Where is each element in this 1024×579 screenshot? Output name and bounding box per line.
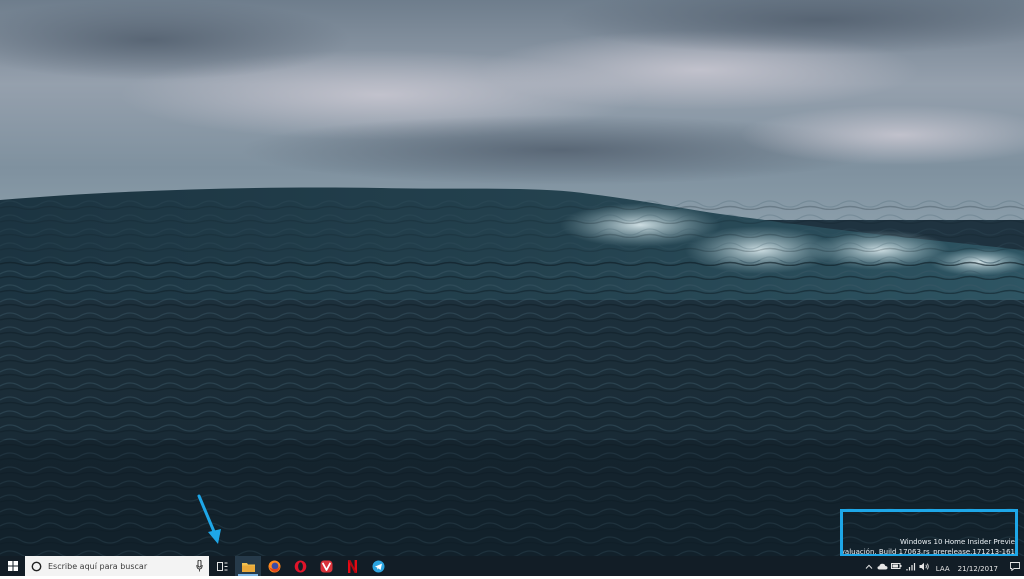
taskbar-app-opera[interactable] — [287, 556, 313, 576]
folder-icon — [241, 562, 255, 572]
windows-logo-icon — [7, 561, 18, 571]
annotation-arrow-icon — [197, 494, 221, 544]
taskbar-app-firefox[interactable] — [261, 556, 287, 576]
wifi-icon — [906, 562, 915, 570]
tray-volume-button[interactable] — [919, 556, 931, 576]
task-view-icon — [216, 561, 227, 571]
cloud-icon — [877, 563, 888, 569]
speaker-icon — [919, 562, 929, 570]
watermark-build-text: Copia de evaluación. Build 17063.rs_prer… — [840, 548, 1015, 556]
watermark-edition-text: Windows 10 Home Insider Previe — [900, 538, 1015, 546]
action-center-button[interactable] — [1007, 556, 1023, 576]
netflix-icon — [347, 559, 357, 573]
notification-icon — [1010, 561, 1020, 571]
system-tray: LAA 21/12/2017 — [862, 556, 1024, 576]
battery-plug-icon — [891, 563, 902, 569]
evaluation-watermark-highlight: Windows 10 Home Insider Previe Copia de … — [840, 509, 1018, 556]
taskbar: Escribe aquí para buscar LAA 21/12/2017 — [0, 556, 1024, 576]
wallpaper-image — [0, 0, 1024, 556]
start-button[interactable] — [0, 556, 25, 576]
search-placeholder: Escribe aquí para buscar — [48, 561, 148, 571]
vivaldi-icon — [320, 560, 332, 572]
taskbar-app-vivaldi[interactable] — [313, 556, 339, 576]
firefox-icon — [268, 560, 280, 572]
taskbar-app-netflix[interactable] — [339, 556, 365, 576]
input-language-indicator[interactable]: LAA — [936, 553, 950, 579]
opera-icon — [294, 560, 306, 572]
cortana-circle-icon — [31, 561, 42, 571]
show-hidden-icons-button[interactable] — [863, 556, 875, 576]
task-view-button[interactable] — [209, 556, 235, 576]
desktop: Windows 10 Home Insider Previe Copia de … — [0, 0, 1024, 556]
chevron-up-icon — [865, 564, 873, 569]
tray-network-button[interactable] — [905, 556, 917, 576]
taskbar-clock-date[interactable]: 21/12/2017 — [958, 559, 998, 573]
tray-power-button[interactable] — [891, 556, 903, 576]
taskbar-app-telegram[interactable] — [365, 556, 391, 576]
microphone-icon[interactable] — [196, 560, 203, 572]
search-input[interactable]: Escribe aquí para buscar — [25, 556, 209, 576]
taskbar-app-file-explorer[interactable] — [235, 556, 261, 576]
telegram-icon — [372, 560, 384, 572]
tray-cloud-button[interactable] — [877, 556, 889, 576]
